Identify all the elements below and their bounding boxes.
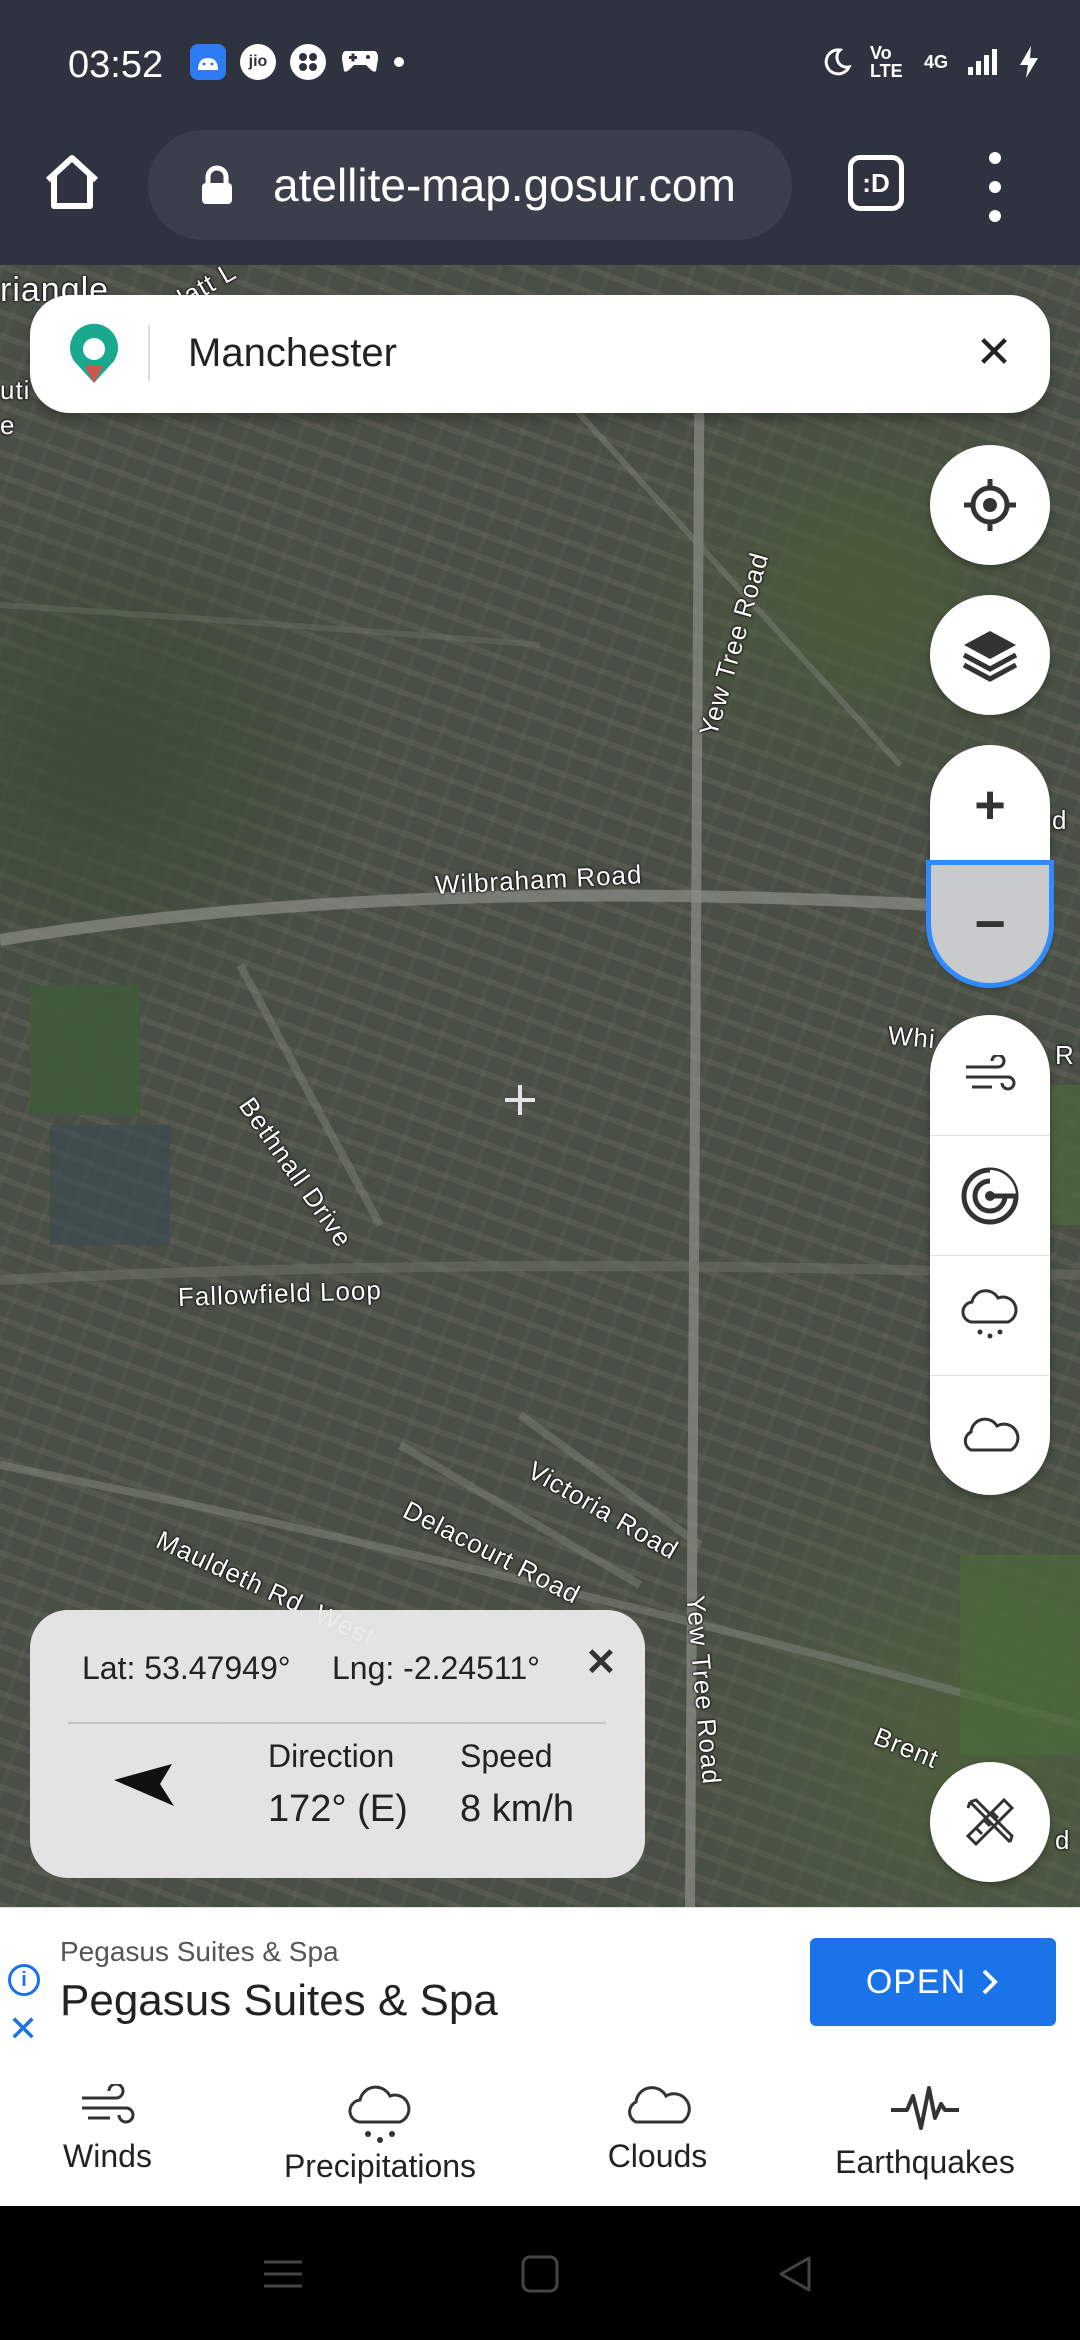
- ad-open-button[interactable]: OPEN: [810, 1938, 1056, 2026]
- game-icon: [290, 44, 326, 80]
- ad-subtitle: Pegasus Suites & Spa: [60, 1936, 339, 1967]
- info-divider: [68, 1722, 606, 1724]
- ad-close-icon[interactable]: ✕: [8, 2008, 38, 2050]
- ad-info-icon[interactable]: i: [8, 1964, 40, 1996]
- dot-icon: [394, 57, 404, 67]
- nav-winds-label: Winds: [63, 2138, 152, 2174]
- address-bar[interactable]: atellite-map.gosur.com: [148, 130, 792, 240]
- my-location-button[interactable]: [930, 445, 1050, 565]
- gosur-logo-icon: [70, 323, 118, 383]
- network-label: 4G: [923, 51, 948, 72]
- status-bar: 03:52 jio Vo LTE 4G: [0, 0, 1080, 130]
- ad-open-label: OPEN: [865, 1962, 967, 2001]
- nav-winds[interactable]: Winds: [40, 2056, 175, 2206]
- wind-direction-arrow-icon: [114, 1764, 174, 1806]
- lock-icon: [202, 165, 232, 204]
- seismic-wave-icon: [891, 2086, 959, 2130]
- map-layers-button[interactable]: [930, 595, 1050, 715]
- measure-tool-button[interactable]: [930, 1762, 1050, 1882]
- nav-earthquakes[interactable]: Earthquakes: [830, 2056, 1020, 2206]
- speed-label: Speed: [460, 1738, 553, 1774]
- nav-clouds[interactable]: Clouds: [595, 2056, 720, 2206]
- weather-layer-controls: [930, 1015, 1050, 1495]
- search-input[interactable]: Manchester: [188, 331, 397, 376]
- cloud-icon: [963, 1417, 1020, 1452]
- road-label-uti: uti: [0, 375, 31, 405]
- precipitation-layer-button[interactable]: [930, 1255, 1050, 1376]
- chevron-right-icon: [982, 1969, 999, 1995]
- longitude-value: Lng: -2.24511°: [332, 1650, 540, 1686]
- nav-clouds-label: Clouds: [607, 2138, 708, 2174]
- status-system-icons: Vo LTE 4G: [822, 44, 1040, 80]
- menu-dots-icon[interactable]: [985, 152, 1005, 222]
- charging-icon: [1020, 46, 1038, 78]
- direction-label: Direction: [268, 1738, 395, 1774]
- wind-layer-button[interactable]: [930, 1015, 1050, 1135]
- search-divider: [148, 325, 150, 381]
- system-navigation-bar: [0, 2206, 1080, 2340]
- rain-cloud-icon: [348, 2085, 411, 2143]
- direction-value: 172° (E): [268, 1788, 408, 1830]
- back-icon[interactable]: [775, 2254, 815, 2294]
- speed-value: 8 km/h: [460, 1788, 575, 1830]
- latitude-value: Lat: 53.47949°: [82, 1650, 291, 1686]
- radar-icon: [961, 1167, 1019, 1225]
- ruler-pencil-icon: [965, 1797, 1015, 1847]
- url-text: atellite-map.gosur.com: [273, 159, 736, 211]
- home-button-icon[interactable]: [520, 2254, 560, 2294]
- android-app-icon: [190, 44, 226, 80]
- rain-cloud-icon: [961, 1289, 1018, 1339]
- road-label-d-lower: d: [1055, 1825, 1071, 1855]
- road-label-e: e: [0, 410, 16, 440]
- status-time: 03:52: [68, 44, 164, 86]
- tab-switcher-button[interactable]: :D: [848, 155, 904, 211]
- controller-icon: [340, 45, 380, 80]
- zoom-in-button[interactable]: +: [930, 745, 1050, 865]
- map-crosshair: [505, 1085, 535, 1115]
- location-info-card: Lat: 53.47949° Lng: -2.24511° ✕ Directio…: [30, 1610, 645, 1878]
- location-search[interactable]: Manchester ✕: [30, 295, 1050, 413]
- layers-icon: [962, 631, 1018, 682]
- volte-label: Vo LTE: [869, 43, 903, 81]
- moon-icon: [824, 48, 852, 76]
- home-icon[interactable]: [40, 150, 104, 214]
- zoom-out-button[interactable]: −: [926, 860, 1054, 988]
- clear-search-button[interactable]: ✕: [966, 325, 1022, 381]
- close-info-button[interactable]: ✕: [585, 1640, 617, 1685]
- road-label-r: R: [1055, 1040, 1075, 1070]
- wind-icon: [81, 2084, 134, 2124]
- ad-banner[interactable]: i ✕ Pegasus Suites & Spa Pegasus Suites …: [0, 1907, 1080, 2056]
- nav-precipitations-label: Precipitations: [283, 2148, 477, 2184]
- road-label-d-upper: d: [1052, 805, 1068, 835]
- bottom-navigation: Winds Precipitations Clouds Earthquakes: [0, 2056, 1080, 2206]
- wind-icon: [966, 1055, 1016, 1091]
- browser-toolbar: atellite-map.gosur.com :D: [0, 130, 1080, 265]
- cloud-icon: [627, 2086, 691, 2124]
- recent-apps-icon[interactable]: [262, 2256, 304, 2292]
- nav-earthquakes-label: Earthquakes: [835, 2144, 1015, 2180]
- zoom-controls: + −: [926, 745, 1054, 988]
- nav-precipitations[interactable]: Precipitations: [270, 2056, 490, 2206]
- signal-icon: [968, 49, 997, 75]
- locate-icon: [964, 479, 1016, 531]
- status-notification-icons: jio: [190, 44, 404, 80]
- ad-title: Pegasus Suites & Spa: [60, 1976, 498, 2025]
- radar-layer-button[interactable]: [930, 1135, 1050, 1256]
- jio-icon: jio: [240, 44, 276, 80]
- clouds-layer-button[interactable]: [930, 1375, 1050, 1496]
